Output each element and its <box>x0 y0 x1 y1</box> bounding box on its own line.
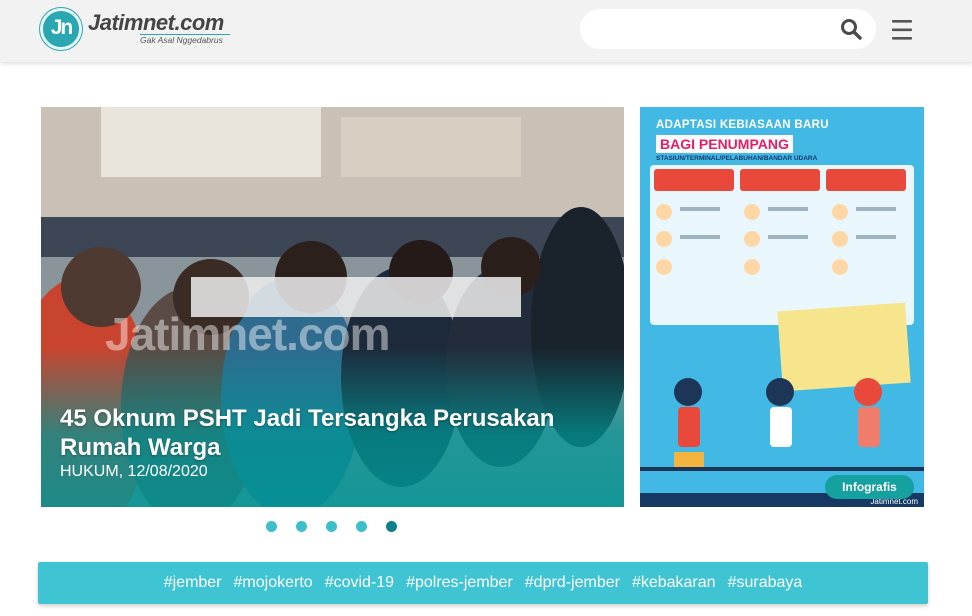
infographic-card[interactable]: ADAPTASI KEBIASAAN BARU BAGI PENUMPANG S… <box>640 107 924 507</box>
site-logo[interactable]: Jn Jatimnet.com Gak Asal Nggedabrus <box>40 8 240 52</box>
trending-tags-bar: #jember #mojokerto #covid-19 #polres-jember… <box>38 562 928 604</box>
infographic-artwork <box>640 107 924 507</box>
tag-link[interactable]: #surabaya <box>728 574 803 592</box>
tag-link[interactable]: #dprd-jember <box>525 574 620 592</box>
infographic-title-line2: BAGI PENUMPANG <box>656 135 793 153</box>
headline-title[interactable]: 45 Oknum PSHT Jadi Tersangka Perusakan R… <box>60 404 580 462</box>
tag-link[interactable]: #covid-19 <box>325 574 394 592</box>
infografis-badge[interactable]: Infografis <box>825 475 914 499</box>
carousel-dot-4[interactable] <box>356 521 367 532</box>
headline-slide[interactable]: Jatimnet.com 45 Oknum PSHT Jadi Tersangk… <box>41 107 624 507</box>
search-icon[interactable] <box>839 17 863 41</box>
logo-tagline: Gak Asal Nggedabrus <box>140 35 223 45</box>
search-input[interactable] <box>596 17 836 41</box>
carousel-dot-3[interactable] <box>326 521 337 532</box>
logo-mark: Jn <box>50 16 74 39</box>
carousel-dot-5[interactable] <box>386 521 397 532</box>
infographic-title-line1: ADAPTASI KEBIASAAN BARU <box>656 119 829 131</box>
carousel-dot-2[interactable] <box>296 521 307 532</box>
headline-category-date: HUKUM, 12/08/2020 <box>60 463 208 480</box>
tag-link[interactable]: #jember <box>164 574 222 592</box>
infographic-title-line3: STASIUN/TERMINAL/PELABUHAN/BANDAR UDARA <box>656 155 818 162</box>
site-header: Jn Jatimnet.com Gak Asal Nggedabrus <box>0 0 972 62</box>
tag-link[interactable]: #polres-jember <box>406 574 513 592</box>
logo-name: Jatimnet.com <box>88 10 224 35</box>
search-box <box>580 9 876 49</box>
carousel-dot-1[interactable] <box>266 521 277 532</box>
tag-link[interactable]: #mojokerto <box>234 574 313 592</box>
hamburger-menu-icon[interactable] <box>890 18 914 42</box>
tag-link[interactable]: #kebakaran <box>632 574 716 592</box>
